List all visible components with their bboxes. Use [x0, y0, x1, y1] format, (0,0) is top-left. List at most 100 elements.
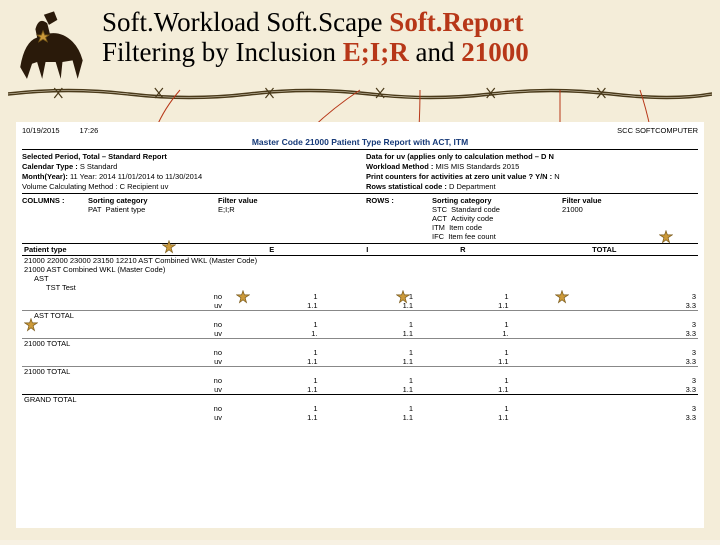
- c: 1.1: [320, 385, 416, 395]
- c21b-total-label: 21000 TOTAL: [22, 367, 224, 377]
- lbl-uv: uv: [24, 301, 222, 310]
- c: 3: [511, 376, 698, 385]
- row-label: Rows statistical code :: [366, 182, 447, 191]
- vol-value: C Recipient uv: [120, 182, 169, 191]
- grp-2: 21000 AST Combined WKL (Master Code): [22, 265, 698, 274]
- c: 3.3: [511, 357, 698, 367]
- c: 1.1: [224, 413, 320, 422]
- lbl-uv: uv: [24, 385, 222, 394]
- c: 1: [415, 376, 511, 385]
- c: 3: [511, 320, 698, 329]
- row-r2d: Activity code: [451, 214, 493, 223]
- grp-3: AST: [22, 274, 698, 283]
- c: 1: [415, 292, 511, 301]
- c: 1: [320, 320, 416, 329]
- c: 1.1: [320, 329, 416, 339]
- c: 1: [320, 404, 416, 413]
- c: 3: [511, 404, 698, 413]
- month-value: 11 Year: 2014 11/01/2014 to 11/30/2014: [70, 172, 202, 181]
- c: 3.3: [511, 301, 698, 311]
- th-total: TOTAL: [511, 244, 698, 256]
- col-cat-desc: Patient type: [106, 205, 146, 214]
- report-time: 17:26: [80, 126, 99, 135]
- th-patient: Patient type: [22, 244, 224, 256]
- c: 1: [224, 404, 320, 413]
- title-part-1: Soft.Workload Soft.Scape: [102, 7, 389, 37]
- c: 3.3: [511, 413, 698, 422]
- th-e: E: [224, 244, 320, 256]
- prt-label: Print counters for activities at zero un…: [366, 172, 552, 181]
- c: 1: [415, 348, 511, 357]
- lbl-no: no: [24, 320, 222, 329]
- row-r3d: Item code: [449, 223, 482, 232]
- row-r1: STC: [432, 205, 447, 214]
- period-label: Selected Period, Total – Standard Report: [22, 152, 167, 161]
- report-title: Master Code 21000 Patient Type Report wi…: [22, 137, 698, 147]
- c: 1.1: [224, 357, 320, 367]
- c: 1.1: [415, 385, 511, 395]
- data-uv-label: Data for uv (applies only to calculation…: [366, 152, 554, 161]
- report-org: SCC SOFTCOMPUTER: [617, 126, 698, 135]
- c: 1: [224, 348, 320, 357]
- columns-sort-h: Sorting category: [88, 196, 218, 205]
- c: 1.1: [224, 385, 320, 395]
- c: 1.1: [415, 357, 511, 367]
- caltype-value: S Standard: [80, 162, 118, 171]
- c: 1.1: [320, 413, 416, 422]
- c: 1: [415, 320, 511, 329]
- c: 1.: [224, 329, 320, 339]
- row-r1d: Standard code: [451, 205, 500, 214]
- c: 1.: [415, 329, 511, 339]
- prt-value: N: [554, 172, 559, 181]
- row-r4: IFC: [432, 232, 444, 241]
- lbl-no: no: [24, 348, 222, 357]
- star-icon: [396, 290, 410, 304]
- col-filter-value: E;I;R: [218, 205, 354, 214]
- title-accent-3: 21000: [461, 37, 529, 67]
- columns-head: COLUMNS :: [22, 196, 88, 205]
- c: 3.3: [511, 385, 698, 395]
- title-accent-2: E;I;R: [343, 37, 409, 67]
- lbl-no: no: [24, 404, 222, 413]
- slide-title: Soft.Workload Soft.Scape Soft.Report Fil…: [98, 8, 710, 67]
- th-r: R: [415, 244, 511, 256]
- title-part-5: and: [409, 37, 461, 67]
- report-date: 10/19/2015: [22, 126, 60, 135]
- columns-filt-h: Filter value: [218, 196, 354, 205]
- c: 3.3: [511, 329, 698, 339]
- row-r4d: Item fee count: [448, 232, 496, 241]
- col-cat-code: PAT: [88, 205, 101, 214]
- star-icon: [162, 240, 176, 254]
- lbl-uv: uv: [24, 413, 222, 422]
- grp-1: 21000 22000 23000 23150 12210 AST Combin…: [22, 256, 698, 266]
- c: 1: [320, 376, 416, 385]
- c: 1.1: [415, 413, 511, 422]
- month-label: Month(Year):: [22, 172, 68, 181]
- report-screenshot: 10/19/2015 17:26 SCC SOFTCOMPUTER Master…: [16, 122, 704, 528]
- c: 1.1: [415, 301, 511, 311]
- c21-total-label: 21000 TOTAL: [22, 339, 224, 349]
- row-filter-value: 21000: [562, 205, 698, 214]
- rows-filt-h: Filter value: [562, 196, 698, 205]
- star-icon: [24, 318, 38, 332]
- c: 1.1: [320, 357, 416, 367]
- c: 3: [511, 348, 698, 357]
- lbl-uv: uv: [24, 357, 222, 366]
- wkl-label: Workload Method :: [366, 162, 433, 171]
- rows-sort-h: Sorting category: [432, 196, 562, 205]
- barbed-wire-divider: [8, 84, 712, 102]
- columns-rows-block: COLUMNS :Sorting categoryFilter value PA…: [22, 196, 698, 241]
- grp-4: TST Test: [22, 283, 698, 292]
- lbl-no: no: [24, 376, 222, 385]
- title-part-3: Filtering by Inclusion: [102, 37, 343, 67]
- row-r3: ITM: [432, 223, 445, 232]
- row-r2: ACT: [432, 214, 447, 223]
- c: 3: [511, 292, 698, 301]
- vol-label: Volume Calculating Method :: [22, 182, 117, 191]
- lbl-uv: uv: [24, 329, 222, 338]
- lbl-no: no: [24, 292, 222, 301]
- ast-total-label: AST TOTAL: [22, 311, 224, 321]
- report-table: Patient type E I R TOTAL 21000 22000 230…: [22, 243, 698, 422]
- th-i: I: [320, 244, 416, 256]
- star-icon: [659, 230, 673, 244]
